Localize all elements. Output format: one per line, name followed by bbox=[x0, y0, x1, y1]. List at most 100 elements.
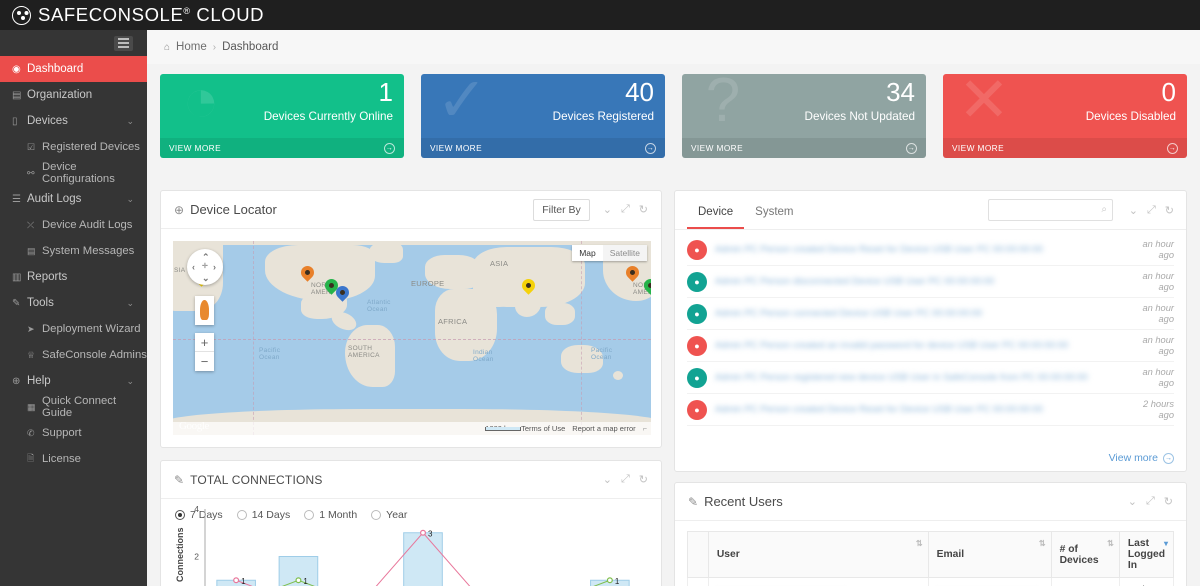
sidebar-item-reports[interactable]: ▥ Reports bbox=[0, 264, 147, 290]
column-label: Email bbox=[936, 549, 965, 560]
view-more-label: View more bbox=[1108, 452, 1158, 464]
activity-text: Admin PC Person registered new device US… bbox=[715, 372, 1088, 383]
device-pin-yellow-2[interactable] bbox=[519, 276, 538, 298]
refresh-icon[interactable]: ↻ bbox=[639, 203, 648, 216]
stat-footer[interactable]: VIEW MORE → bbox=[421, 138, 665, 158]
sidebar-item-devices[interactable]: ▯ Devices ⌄ bbox=[0, 108, 147, 134]
sidebar-item-system-messages[interactable]: ▤ System Messages bbox=[0, 238, 147, 264]
column-email[interactable]: Email ⇅ bbox=[927, 531, 1052, 578]
table-row[interactable]: + 2 an hour ago bbox=[687, 577, 1175, 586]
sidebar-item-organization[interactable]: ▤ Organization bbox=[0, 82, 147, 108]
chart-data-label: 3 bbox=[428, 529, 433, 538]
expand-icon[interactable]: ⤢ bbox=[621, 203, 630, 216]
collapse-icon[interactable]: ⌄ bbox=[603, 203, 612, 216]
cell-user bbox=[707, 577, 929, 586]
brand-name: SAFECONSOLE bbox=[38, 4, 184, 25]
column-device-count[interactable]: # of Devices ⇅ bbox=[1050, 531, 1120, 578]
sidebar-item-device-configurations[interactable]: ⚯ Device Configurations bbox=[0, 160, 147, 186]
expand-icon[interactable]: ⤢ bbox=[1147, 204, 1156, 217]
stat-footer[interactable]: VIEW MORE → bbox=[682, 138, 926, 158]
stat-footer[interactable]: VIEW MORE → bbox=[943, 138, 1187, 158]
activity-row[interactable]: ● Admin PC Person created an invalid pas… bbox=[687, 330, 1174, 362]
column-last-logged-in[interactable]: Last Logged In ▾ bbox=[1118, 531, 1175, 578]
collapse-icon[interactable]: ⌄ bbox=[1129, 204, 1138, 217]
stat-card-devices-disabled[interactable]: ✕ 0 Devices Disabled VIEW MORE → bbox=[943, 74, 1187, 158]
landmass-southeast-asia bbox=[545, 303, 575, 325]
map-report-error-link[interactable]: Report a map error bbox=[572, 424, 635, 433]
map-label-pacific-ocean-left: Pacific Ocean bbox=[259, 347, 281, 361]
hamburger-menu-icon[interactable] bbox=[114, 35, 133, 51]
stat-card-devices-registered[interactable]: ✓ 40 Devices Registered VIEW MORE → bbox=[421, 74, 665, 158]
device-pin-blue-1[interactable] bbox=[333, 283, 352, 305]
sidebar-item-safeconsole-admins[interactable]: ♕ SafeConsole Admins bbox=[0, 342, 147, 368]
sidebar-item-dashboard[interactable]: ◉ Dashboard bbox=[0, 56, 147, 82]
activity-view-more-link[interactable]: View more → bbox=[1109, 452, 1174, 464]
map-zoom-control[interactable]: + − bbox=[195, 333, 214, 371]
collapse-icon[interactable]: ⌄ bbox=[603, 473, 612, 486]
chart-icon: ▥ bbox=[12, 271, 22, 283]
map-label-sia: SIA bbox=[174, 267, 186, 274]
map-type-switch[interactable]: Map Satellite bbox=[572, 245, 647, 261]
map-resize-handle[interactable]: ⌐ bbox=[643, 424, 647, 433]
activity-text: Admin PC Person connected Device USB Use… bbox=[715, 308, 983, 319]
key-icon: ● bbox=[687, 335, 707, 356]
device-pin-green-2[interactable] bbox=[641, 276, 651, 298]
sidebar-item-device-audit-logs[interactable]: ⤫ Device Audit Logs bbox=[0, 212, 147, 238]
sidebar-item-quick-connect-guide[interactable]: ▦ Quick Connect Guide bbox=[0, 394, 147, 420]
sidebar-label: Audit Logs bbox=[27, 193, 82, 205]
device-pin-orange-1[interactable] bbox=[298, 263, 317, 285]
tab-system[interactable]: System bbox=[744, 206, 804, 229]
sidebar-item-help[interactable]: ⊕ Help ⌄ bbox=[0, 368, 147, 394]
device-activity-panel: Device System ⌕ ⌄ ⤢ ↻ ● Admin PC Person … bbox=[674, 190, 1187, 472]
map-terms-link[interactable]: Terms of Use bbox=[521, 424, 565, 433]
book-icon: ▦ bbox=[27, 401, 36, 412]
total-connections-title: TOTAL CONNECTIONS bbox=[190, 472, 323, 487]
stat-card-devices-online[interactable]: ◔ 1 Devices Currently Online VIEW MORE → bbox=[160, 74, 404, 158]
brand-logo: SAFECONSOLE® CLOUD bbox=[0, 4, 264, 26]
zoom-out-button[interactable]: − bbox=[195, 352, 214, 371]
refresh-icon[interactable]: ↻ bbox=[639, 473, 648, 486]
refresh-icon[interactable]: ↻ bbox=[1164, 495, 1173, 508]
stat-footer[interactable]: VIEW MORE → bbox=[160, 138, 404, 158]
row-expand-cell[interactable]: + bbox=[687, 577, 709, 586]
activity-row[interactable]: ● Admin PC Person disconnected Device US… bbox=[687, 266, 1174, 298]
stat-label: Devices Registered bbox=[552, 110, 654, 123]
view-more-label: VIEW MORE bbox=[169, 143, 221, 153]
column-user[interactable]: User ⇅ bbox=[707, 531, 929, 578]
activity-row[interactable]: ● Admin PC Person created Device Reset f… bbox=[687, 234, 1174, 266]
stat-card-devices-not-updated[interactable]: ? 34 Devices Not Updated VIEW MORE → bbox=[682, 74, 926, 158]
map-scale: 1000 km bbox=[485, 424, 522, 433]
sidebar-item-deployment-wizard[interactable]: ➤ Deployment Wizard bbox=[0, 316, 147, 342]
expand-icon[interactable]: ⤢ bbox=[1146, 495, 1155, 508]
google-map[interactable]: SIA EUROPE ASIA AFRICA NORTH AMERI SOUTH A… bbox=[173, 241, 651, 435]
sidebar-item-registered-devices[interactable]: ☑ Registered Devices bbox=[0, 134, 147, 160]
tab-device[interactable]: Device bbox=[687, 206, 745, 229]
stat-value: 1 bbox=[378, 77, 393, 107]
refresh-icon[interactable]: ↻ bbox=[1165, 204, 1174, 217]
stat-label: Devices Currently Online bbox=[263, 110, 393, 123]
collapse-icon[interactable]: ⌄ bbox=[1128, 495, 1137, 508]
zoom-in-button[interactable]: + bbox=[195, 333, 214, 352]
map-pan-control[interactable]: ⌃ ⌄ ‹ › ✛ bbox=[187, 249, 223, 285]
activity-row[interactable]: ● Admin PC Person registered new device … bbox=[687, 362, 1174, 394]
question-ghost-icon: ? bbox=[705, 74, 741, 135]
sidebar-item-tools[interactable]: ✎ Tools ⌄ bbox=[0, 290, 147, 316]
sidebar-item-support[interactable]: ✆ Support bbox=[0, 420, 147, 446]
device-pin-orange-2[interactable] bbox=[623, 263, 642, 285]
map-type-satellite[interactable]: Satellite bbox=[602, 245, 647, 261]
street-view-pegman-icon[interactable] bbox=[195, 296, 214, 325]
sidebar-item-audit-logs[interactable]: ☰ Audit Logs ⌄ bbox=[0, 186, 147, 212]
map-type-map[interactable]: Map bbox=[572, 245, 603, 261]
safeconsole-logo-icon bbox=[12, 5, 31, 25]
edit-icon: ✎ bbox=[688, 494, 699, 509]
activity-row[interactable]: ● Admin PC Person connected Device USB U… bbox=[687, 298, 1174, 330]
activity-row[interactable]: ● Admin PC Person created Device Reset f… bbox=[687, 394, 1174, 426]
breadcrumb-home[interactable]: Home bbox=[176, 41, 207, 53]
sidebar-label: Device Audit Logs bbox=[42, 219, 133, 231]
device-locator-title: Device Locator bbox=[190, 202, 277, 217]
activity-search-box[interactable]: ⌕ bbox=[988, 199, 1113, 221]
expand-icon[interactable]: ⤢ bbox=[621, 473, 630, 486]
activity-search-input[interactable] bbox=[989, 200, 1112, 220]
sidebar-item-license[interactable]: 🗎 License bbox=[0, 446, 147, 472]
filter-by-button[interactable]: Filter By bbox=[533, 198, 590, 221]
